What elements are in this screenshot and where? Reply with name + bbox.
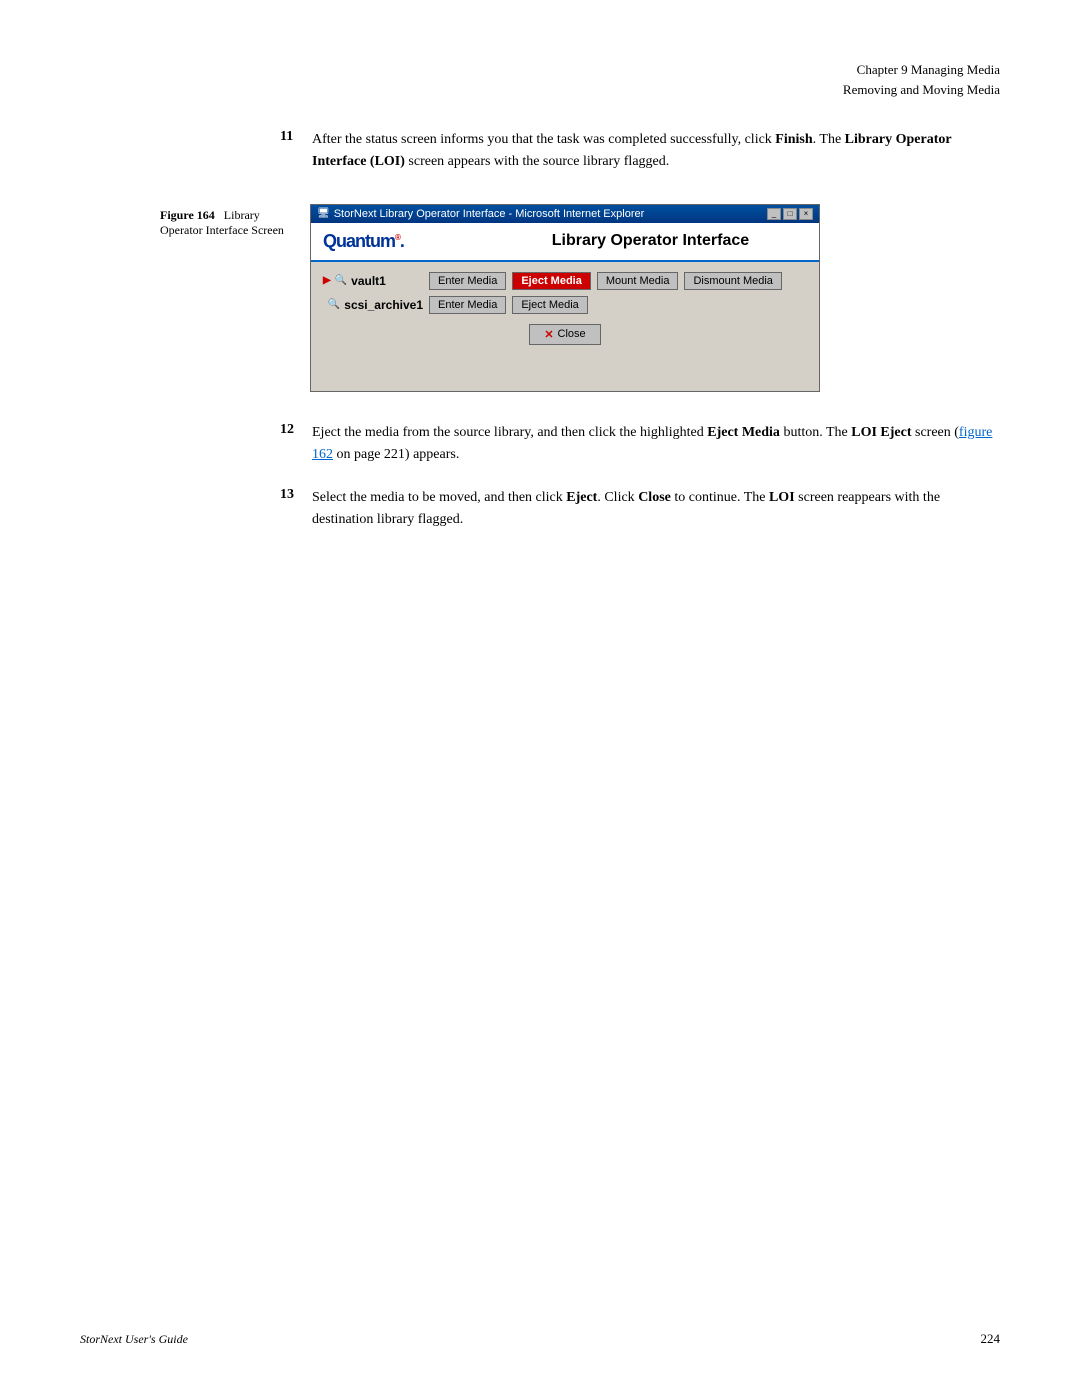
enter-media-button-vault1[interactable]: Enter Media bbox=[429, 272, 506, 290]
library-row-scsi-archive1: 🔍 scsi_archive1 Enter Media Eject Media bbox=[323, 296, 807, 314]
step-13-number: 13 bbox=[280, 487, 300, 532]
step-12-item: 12 Eject the media from the source libra… bbox=[280, 422, 1000, 467]
quantum-logo: Quantum®. bbox=[323, 231, 404, 252]
steps-lower: 12 Eject the media from the source libra… bbox=[280, 422, 1000, 532]
eject-media-button-archive1[interactable]: Eject Media bbox=[512, 296, 587, 314]
loi-close-button[interactable]: ✕ Close bbox=[529, 324, 600, 345]
page-number: 224 bbox=[981, 1331, 1001, 1347]
library-name-scsi-archive1: 🔍 scsi_archive1 bbox=[323, 298, 423, 312]
minimize-button[interactable]: _ bbox=[767, 208, 781, 220]
step-13-text: Select the media to be moved, and then c… bbox=[312, 487, 1000, 532]
browser-controls[interactable]: _ □ × bbox=[767, 208, 813, 220]
figure-164-area: Figure 164 Library Operator Interface Sc… bbox=[160, 204, 1000, 392]
close-x-icon: ✕ bbox=[544, 328, 553, 341]
loi-close-row: ✕ Close bbox=[323, 324, 807, 345]
maximize-button[interactable]: □ bbox=[783, 208, 797, 220]
footer-guide-name: StorNext User's Guide bbox=[80, 1332, 188, 1347]
step-11-number: 11 bbox=[280, 129, 300, 174]
figure-number: Figure 164 bbox=[160, 208, 215, 222]
eject-media-button-vault1[interactable]: Eject Media bbox=[512, 272, 591, 290]
step-12-number: 12 bbox=[280, 422, 300, 467]
loi-content: ▶ 🔍 vault1 Enter Media Eject Media Mount… bbox=[311, 262, 819, 391]
browser-window: 🖥 StorNext Library Operator Interface - … bbox=[310, 204, 820, 392]
step-11-item: 11 After the status screen informs you t… bbox=[280, 129, 1000, 174]
chapter-line1: Chapter 9 Managing Media bbox=[80, 60, 1000, 80]
scsi-archive1-label: scsi_archive1 bbox=[344, 298, 423, 312]
loi-header: Quantum®. Library Operator Interface bbox=[311, 223, 819, 262]
chapter-line2: Removing and Moving Media bbox=[80, 80, 1000, 100]
step-11-section: 11 After the status screen informs you t… bbox=[280, 129, 1000, 174]
library-row-vault1: ▶ 🔍 vault1 Enter Media Eject Media Mount… bbox=[323, 272, 807, 290]
vault1-label: vault1 bbox=[351, 274, 386, 288]
mount-media-button-vault1[interactable]: Mount Media bbox=[597, 272, 679, 290]
loi-title: Library Operator Interface bbox=[494, 232, 807, 250]
loi-spacer bbox=[323, 351, 807, 381]
library-name-vault1: ▶ 🔍 vault1 bbox=[323, 274, 423, 288]
dismount-media-button-vault1[interactable]: Dismount Media bbox=[684, 272, 781, 290]
page-container: Chapter 9 Managing Media Removing and Mo… bbox=[0, 0, 1080, 1397]
step-11-text: After the status screen informs you that… bbox=[312, 129, 1000, 174]
search-icon: 🔍 bbox=[335, 275, 347, 286]
active-arrow-icon: ▶ bbox=[323, 275, 331, 286]
chapter-header: Chapter 9 Managing Media Removing and Mo… bbox=[80, 60, 1000, 99]
close-window-button[interactable]: × bbox=[799, 208, 813, 220]
search-icon-2: 🔍 bbox=[328, 299, 340, 310]
figure-caption: Figure 164 Library Operator Interface Sc… bbox=[160, 204, 290, 392]
step-13-item: 13 Select the media to be moved, and the… bbox=[280, 487, 1000, 532]
close-label: Close bbox=[558, 328, 586, 340]
step-12-text: Eject the media from the source library,… bbox=[312, 422, 1000, 467]
page-footer: StorNext User's Guide 224 bbox=[80, 1331, 1000, 1347]
enter-media-button-archive1[interactable]: Enter Media bbox=[429, 296, 506, 314]
browser-title: StorNext Library Operator Interface - Mi… bbox=[334, 208, 645, 220]
browser-titlebar: 🖥 StorNext Library Operator Interface - … bbox=[311, 205, 819, 223]
